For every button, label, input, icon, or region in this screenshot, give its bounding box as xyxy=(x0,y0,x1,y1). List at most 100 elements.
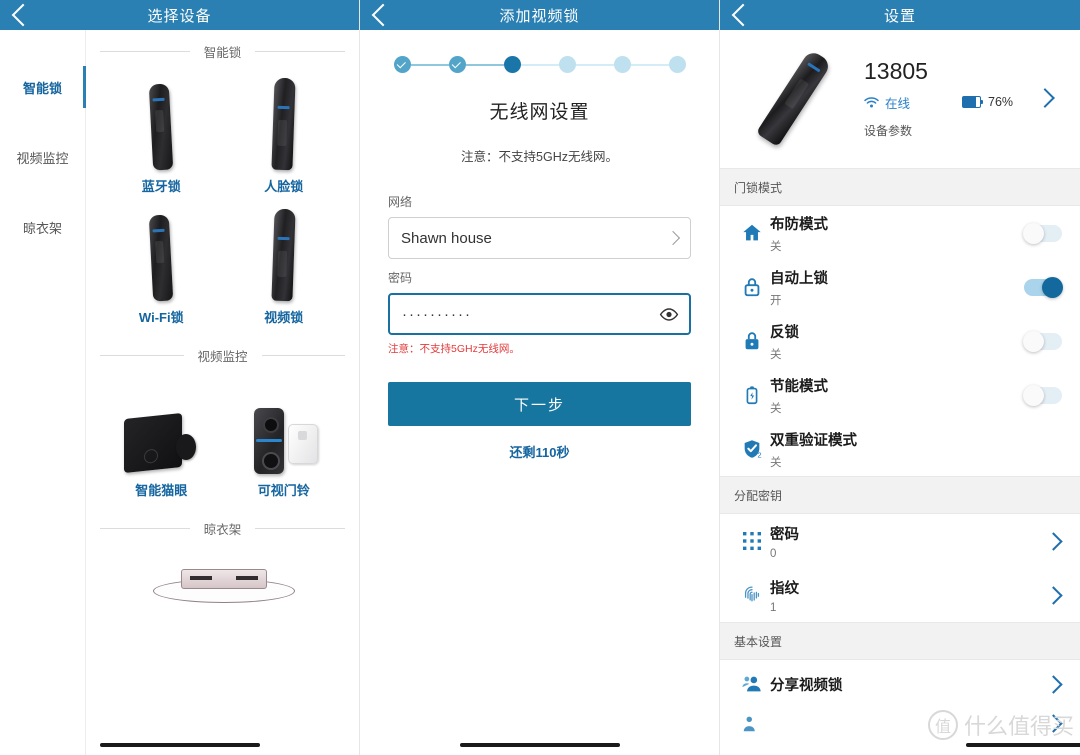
appbar-settings: 设置 xyxy=(720,0,1080,30)
step-segment-5 xyxy=(630,63,669,66)
chevron-right-icon[interactable] xyxy=(1044,585,1063,605)
step-segment-2 xyxy=(465,63,504,66)
sidebar-item-label: 视频监控 xyxy=(16,150,69,166)
sidebar-item-drying-rack[interactable]: 晾衣架 xyxy=(0,192,85,262)
product-card-smart-peephole[interactable]: 智能猫眼 xyxy=(100,376,223,507)
section-heading-label: 智能锁 xyxy=(203,45,242,60)
setting-title: 双重验证模式 xyxy=(770,432,857,449)
setting-row-double-lock[interactable]: 反锁 关 xyxy=(720,314,1080,368)
setting-count: 0 xyxy=(770,547,777,560)
home-indicator-1 xyxy=(99,743,260,747)
password-field-label: 密码 xyxy=(388,271,413,285)
chevron-right-icon[interactable] xyxy=(1044,531,1063,551)
product-card-video-lock[interactable]: 视频锁 xyxy=(223,203,346,334)
divider-right xyxy=(255,50,346,52)
toggle-double-lock[interactable] xyxy=(1023,330,1062,352)
setting-subtitle: 关 xyxy=(770,456,782,469)
product-image xyxy=(100,205,223,302)
wifi-icon xyxy=(864,96,879,107)
step-segment-4 xyxy=(575,63,614,66)
online-status-label: 在线 xyxy=(885,96,911,111)
password-error-text: 注意：不支持5GHz无线网。 xyxy=(388,343,520,355)
setting-row-two-factor[interactable]: 2 双重验证模式 关 xyxy=(720,422,1080,476)
setting-row-share-lock[interactable]: 分享视频锁 xyxy=(720,660,1080,708)
setting-row-power-saving[interactable]: 节能模式 关 xyxy=(720,368,1080,422)
password-value: ·········· xyxy=(402,305,472,323)
toggle-auto-lock[interactable] xyxy=(1024,276,1063,298)
product-card-wifi-lock[interactable]: Wi-Fi锁 xyxy=(100,203,223,334)
product-card-face-lock[interactable]: 人脸锁 xyxy=(223,72,346,203)
product-name: 人脸锁 xyxy=(264,179,304,194)
step-segment-3 xyxy=(520,63,559,66)
section-heading-video-monitor: 视频监控 xyxy=(100,334,346,376)
appbar-add-video-lock: 添加视频锁 xyxy=(360,0,719,30)
sidebar-item-video-monitor[interactable]: 视频监控 xyxy=(0,122,85,192)
step-dot-2-done xyxy=(448,56,466,73)
chevron-right-icon[interactable] xyxy=(1044,713,1063,733)
drying-rack-icon xyxy=(152,569,295,603)
device-id: 13805 xyxy=(864,57,928,84)
chevron-right-icon[interactable] xyxy=(1044,674,1063,694)
screen-device-settings: 设置 13805 在线 76% 设备参数 门锁模式 布防模式 关 自动上锁 开 … xyxy=(720,0,1080,755)
product-card-video-doorbell[interactable]: 可视门铃 xyxy=(223,376,346,507)
divider-right xyxy=(255,527,346,529)
divider-left xyxy=(100,527,190,529)
divider-left xyxy=(100,50,190,52)
wifi-setup-note: 注意：不支持5GHz无线网。 xyxy=(461,150,618,164)
setting-subtitle: 关 xyxy=(770,240,782,253)
lock-open-icon xyxy=(734,276,770,298)
setting-title: 反锁 xyxy=(770,324,799,341)
page-title-3: 设置 xyxy=(883,7,916,25)
divider-left xyxy=(100,354,184,356)
device-summary-card[interactable]: 13805 在线 76% 设备参数 xyxy=(720,30,1080,168)
password-input[interactable]: ·········· xyxy=(388,293,691,335)
product-name: 蓝牙锁 xyxy=(141,179,181,194)
product-name: 视频锁 xyxy=(264,310,304,325)
setting-row-arming-mode[interactable]: 布防模式 关 xyxy=(720,206,1080,260)
setting-title: 布防模式 xyxy=(770,216,828,233)
smart-lock-side-icon xyxy=(271,77,296,171)
network-select[interactable]: Shawn house xyxy=(388,217,691,259)
toggle-power-saving[interactable] xyxy=(1023,384,1062,406)
next-step-button[interactable]: 下一步 xyxy=(388,382,691,426)
wifi-form: 网络 Shawn house 密码 ·········· 注意：不支持5GHz无… xyxy=(360,193,719,356)
product-name: 智能猫眼 xyxy=(135,483,188,498)
section-heading-label: 视频监控 xyxy=(197,349,248,364)
product-name: 可视门铃 xyxy=(257,483,310,498)
wifi-setup-title: 无线网设置 xyxy=(489,102,590,123)
section-header-basic-settings: 基本设置 xyxy=(720,622,1080,660)
toggle-arming-mode[interactable] xyxy=(1023,222,1062,244)
setting-row-partial-next[interactable] xyxy=(720,708,1080,738)
step-dot-6 xyxy=(668,56,686,73)
chevron-right-icon[interactable] xyxy=(1035,88,1055,108)
setting-row-fingerprint[interactable]: 指纹 1 xyxy=(720,568,1080,622)
smart-lock-icon xyxy=(755,48,833,148)
device-image xyxy=(734,44,854,152)
fingerprint-icon xyxy=(734,584,770,606)
setting-title: 密码 xyxy=(770,526,799,543)
product-card-drying-rack[interactable] xyxy=(100,549,345,629)
setting-row-auto-lock[interactable]: 自动上锁 开 xyxy=(720,260,1080,314)
lock-closed-icon xyxy=(734,330,770,352)
setting-text: 分享视频锁 xyxy=(770,674,1047,695)
battery-status: 76% xyxy=(962,95,1013,109)
smart-lock-side-icon xyxy=(271,208,296,302)
setting-title: 节能模式 xyxy=(770,378,828,395)
setting-row-password[interactable]: 密码 0 xyxy=(720,514,1080,568)
setting-text: 布防模式 关 xyxy=(770,213,1024,254)
product-card-bluetooth-lock[interactable]: 蓝牙锁 xyxy=(100,72,223,203)
setting-text: 密码 0 xyxy=(770,523,1047,560)
battery-saver-icon xyxy=(734,384,770,406)
step-dot-3-active xyxy=(503,56,521,73)
eye-icon[interactable] xyxy=(659,308,679,321)
peephole-icon xyxy=(124,412,198,474)
sidebar-item-smart-lock[interactable]: 智能锁 xyxy=(0,52,86,122)
sidebar-item-label: 智能锁 xyxy=(22,80,62,96)
section-header-lock-mode: 门锁模式 xyxy=(720,168,1080,206)
select-device-body: 智能锁 视频监控 晾衣架 智能锁 蓝牙锁 人脸锁 Wi-Fi锁 视频锁 视频监控… xyxy=(0,30,359,755)
setting-subtitle: 开 xyxy=(770,294,782,307)
setting-title: 分享视频锁 xyxy=(770,677,843,694)
setting-text: 双重验证模式 关 xyxy=(770,429,1066,470)
setting-count: 1 xyxy=(770,601,777,614)
product-image xyxy=(223,74,346,171)
